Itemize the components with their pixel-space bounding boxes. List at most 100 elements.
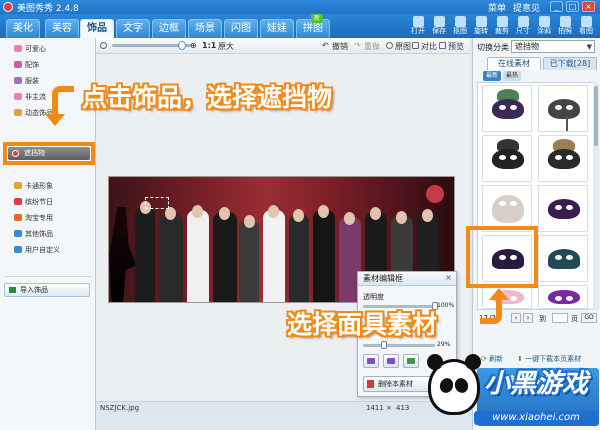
folder-icon [412,16,424,27]
new-badge: 新 [311,14,323,23]
tab-frame[interactable]: 边框 [152,19,186,38]
close-icon[interactable]: × [444,274,453,283]
redo-button[interactable]: 重做 [364,41,380,52]
image-height: 413 [396,404,410,412]
save-button[interactable]: 保存 [429,16,449,38]
tree-silhouette [109,207,137,302]
tab-flash[interactable]: 闪图 [224,19,258,38]
tab-text[interactable]: 文字 [116,19,150,38]
heart-icon [14,93,22,100]
original-image-button[interactable]: 原图 [395,41,411,52]
person-head [219,207,230,220]
zoom-in-icon[interactable]: ⊕ [190,41,197,50]
material-thumb-teal-butterfly-mask[interactable] [538,235,588,282]
shirt-icon [14,77,22,84]
maximize-button[interactable]: □ [566,1,579,12]
app-logo-icon [3,2,13,12]
title-bar: 美图秀秀 2.4.8 菜单 提意见 _ □ × [0,0,600,14]
gift-icon [14,198,22,205]
sidebar-item-taobao[interactable]: 淘宝专用 [14,212,53,224]
sidebar-item-festival[interactable]: 缤纷节日 [14,196,53,208]
category-select[interactable]: 遮挡物 ▼ [511,40,595,53]
crop-button[interactable]: 裁剪 [492,16,512,38]
next-page-button[interactable]: › [523,313,533,323]
doodle-button[interactable]: 涂鸦 [534,16,554,38]
material-thumb-purple-eye-mask[interactable] [538,285,588,309]
prev-page-button[interactable]: ‹ [511,313,521,323]
sidebar-item-accessories[interactable]: 配饰 [14,59,39,71]
tab-downloaded-materials[interactable]: 已下载[28] [543,57,597,70]
tab-accessories[interactable]: 饰品 [80,19,114,38]
resize-button[interactable]: 尺寸 [513,16,533,38]
material-thumb-white-mask[interactable] [482,185,532,232]
open-button[interactable]: 打开 [408,16,428,38]
go-button[interactable]: GO [581,313,597,323]
rotate-button[interactable]: 旋转 [471,16,491,38]
person-figure [187,210,209,302]
tab-online-materials[interactable]: 在线素材 [487,57,541,70]
tab-doll[interactable]: 娃娃 [260,19,294,38]
compare-button[interactable]: 对比 [421,41,437,52]
tab-beautify[interactable]: 美化 [6,19,40,38]
chevron-down-icon: ▼ [586,43,592,51]
dimension-separator: × [386,404,392,412]
tab-scene[interactable]: 场景 [188,19,222,38]
subtab-newest[interactable]: 最新 [483,71,501,81]
brush-icon [538,16,550,27]
view-button[interactable]: 看图 [576,16,596,38]
close-button[interactable]: × [582,1,595,12]
panda-logo-icon [427,354,481,415]
mirror-button[interactable] [383,354,399,368]
flip-icon [367,358,375,364]
zoom-out-icon[interactable] [100,42,107,49]
tab-beauty[interactable]: 美容 [45,19,79,38]
shop-icon [14,214,22,221]
import-accessory-button[interactable]: 导入饰品 [4,283,90,297]
undo-icon[interactable]: ↶ [322,41,329,50]
rotate-slider-thumb[interactable] [380,341,387,349]
material-scrollbar[interactable] [593,82,599,310]
material-thumb-feather-mask[interactable] [482,85,532,132]
flip-button[interactable] [363,354,379,368]
sidebar-item-cartoon[interactable]: 卡通形象 [14,180,53,192]
sidebar-item-cute-heart[interactable]: 可爱心 [14,43,46,55]
sidebar-item-occlusion[interactable]: 遮挡物 [8,147,90,160]
preview-button[interactable]: 预览 [448,41,464,52]
goto-label: 到 [539,315,546,323]
sidebar-item-clothing[interactable]: 服装 [14,75,39,87]
original-size-button[interactable]: 原大 [218,41,234,52]
step-one-caption: 点击饰品，选择遮挡物 [82,83,333,112]
page-input[interactable] [552,313,568,323]
cutout-button[interactable]: 抠图 [450,16,470,38]
mirror-icon [387,358,395,364]
sidebar-item-custom[interactable]: 用户自定义 [14,244,60,256]
watermark-title: 小黑游戏 [484,369,589,399]
redo-icon[interactable]: ↷ [354,41,361,50]
compare-icon [412,42,419,49]
ratio-label: 1:1 [202,41,217,50]
person-figure [239,220,259,302]
person-head [244,215,255,228]
rotate-slider[interactable] [363,344,435,347]
rotate-icon [475,16,487,27]
sidebar-item-other[interactable]: 其他饰品 [14,228,53,240]
material-thumb-black-feather-mask[interactable] [482,135,532,182]
material-thumb-stick-mask[interactable] [538,85,588,132]
mask-selection-box[interactable] [145,197,169,209]
scrollbar-thumb[interactable] [594,86,598,146]
menu-link[interactable]: 菜单 [488,1,506,14]
subtab-hottest[interactable]: 最热 [503,71,521,81]
material-thumb-purple-bat-mask[interactable] [538,185,588,232]
material-thumb-venetian-mask[interactable] [538,135,588,182]
minimize-button[interactable]: _ [550,1,563,12]
layer-button[interactable] [403,354,419,368]
undo-button[interactable]: 撤销 [332,41,348,52]
feedback-link[interactable]: 提意见 [513,1,540,14]
camera-button[interactable]: 拍照 [555,16,575,38]
bow-icon [14,61,22,68]
sidebar-item-alternative[interactable]: 非主流 [14,91,46,103]
page-label: 页 [571,315,578,323]
original-image-icon [386,42,393,49]
zoom-slider-thumb[interactable] [178,41,186,50]
person-head [396,211,407,224]
